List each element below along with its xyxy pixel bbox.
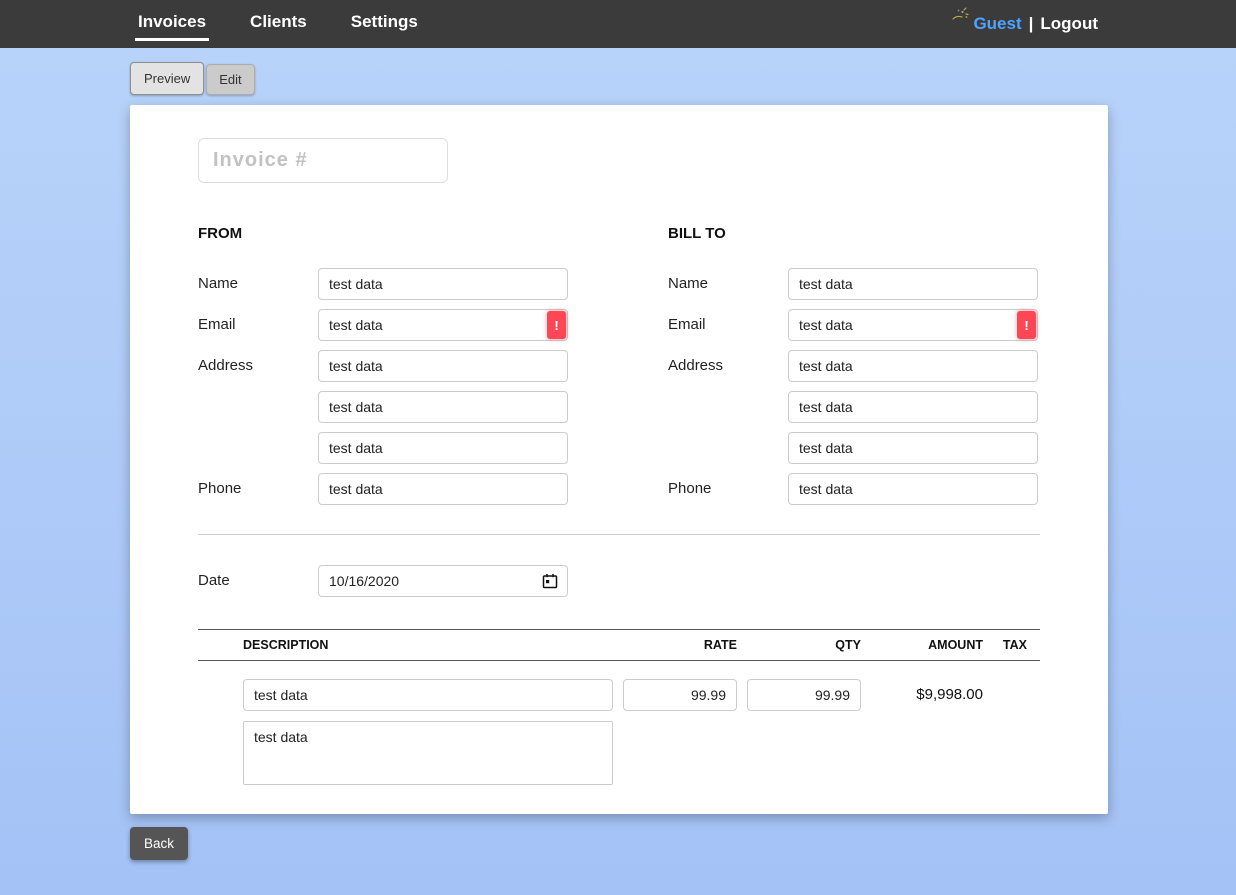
header-amount: AMOUNT bbox=[928, 638, 983, 652]
from-email-row: Email ! bbox=[198, 309, 568, 341]
bill-to-phone-label: Phone bbox=[668, 480, 712, 497]
bill-to-phone-row: Phone bbox=[668, 473, 1038, 505]
from-name-label: Name bbox=[198, 275, 239, 292]
nav-tab-clients[interactable]: Clients bbox=[247, 8, 310, 41]
nav-tab-invoices[interactable]: Invoices bbox=[135, 8, 210, 41]
from-address1-input[interactable] bbox=[318, 350, 568, 382]
item-description-input[interactable] bbox=[243, 679, 613, 711]
bill-to-address3-input[interactable] bbox=[788, 432, 1038, 464]
from-address-row-1: Address bbox=[198, 350, 568, 382]
nav-tabs: Invoices Clients Settings bbox=[135, 0, 421, 48]
section-divider bbox=[198, 534, 1040, 535]
edit-tab-button[interactable]: Edit bbox=[206, 64, 255, 95]
date-input[interactable] bbox=[318, 565, 568, 597]
item-rate-input[interactable] bbox=[623, 679, 737, 711]
invoice-card: FROM Name Email ! Address bbox=[130, 105, 1108, 814]
top-nav: Invoices Clients Settings Guest | Logout bbox=[0, 0, 1236, 48]
bill-to-address-label: Address bbox=[668, 357, 724, 374]
bill-to-address-row-1: Address bbox=[668, 350, 1038, 382]
from-name-row: Name bbox=[198, 268, 568, 300]
nav-tab-settings[interactable]: Settings bbox=[348, 8, 421, 41]
preview-tab-button[interactable]: Preview bbox=[130, 62, 205, 95]
from-phone-label: Phone bbox=[198, 480, 242, 497]
header-description: DESCRIPTION bbox=[243, 638, 329, 652]
bill-to-name-label: Name bbox=[668, 275, 709, 292]
from-email-error-badge: ! bbox=[547, 311, 566, 339]
item-qty-input[interactable] bbox=[747, 679, 861, 711]
line-items-table: DESCRIPTION RATE QTY AMOUNT TAX $9,998.0… bbox=[198, 629, 1040, 790]
from-name-input[interactable] bbox=[318, 268, 568, 300]
bill-to-heading: BILL TO bbox=[668, 225, 726, 242]
bill-to-phone-input[interactable] bbox=[788, 473, 1038, 505]
item-amount-value: $9,998.00 bbox=[916, 686, 983, 703]
item-notes-row: test data bbox=[198, 721, 1040, 790]
item-notes-textarea[interactable]: test data bbox=[243, 721, 613, 785]
from-address3-input[interactable] bbox=[318, 432, 568, 464]
bill-to-email-row: Email ! bbox=[668, 309, 1038, 341]
nav-user-area: Guest | Logout bbox=[946, 0, 1098, 48]
bill-to-email-label: Email bbox=[668, 316, 706, 333]
header-qty: QTY bbox=[835, 638, 861, 652]
items-header-row: DESCRIPTION RATE QTY AMOUNT TAX bbox=[198, 629, 1040, 661]
from-address-label: Address bbox=[198, 357, 254, 374]
nav-user-separator: | bbox=[1028, 14, 1034, 33]
bill-to-email-error-badge: ! bbox=[1017, 311, 1036, 339]
from-section: FROM Name Email ! Address bbox=[198, 225, 568, 514]
from-email-input[interactable] bbox=[318, 309, 568, 341]
from-heading: FROM bbox=[198, 225, 243, 242]
calendar-icon[interactable] bbox=[542, 573, 558, 589]
date-label: Date bbox=[198, 572, 230, 589]
from-email-label: Email bbox=[198, 316, 236, 333]
invoice-number-input[interactable] bbox=[198, 138, 448, 183]
from-address-row-2 bbox=[198, 391, 568, 423]
item-row: $9,998.00 bbox=[198, 661, 1040, 711]
bill-to-address2-input[interactable] bbox=[788, 391, 1038, 423]
bill-to-address1-input[interactable] bbox=[788, 350, 1038, 382]
date-row: Date bbox=[198, 565, 1040, 597]
guest-link[interactable]: Guest bbox=[973, 14, 1021, 34]
view-mode-tabs: Preview Edit bbox=[130, 62, 1236, 95]
bill-to-address-row-3 bbox=[668, 432, 1038, 464]
back-button[interactable]: Back bbox=[130, 827, 189, 860]
bill-to-name-input[interactable] bbox=[788, 268, 1038, 300]
bill-to-name-row: Name bbox=[668, 268, 1038, 300]
from-address-row-3 bbox=[198, 432, 568, 464]
header-rate: RATE bbox=[703, 638, 737, 652]
party-columns: FROM Name Email ! Address bbox=[198, 225, 1040, 514]
bill-to-address-row-2 bbox=[668, 391, 1038, 423]
bill-to-email-input[interactable] bbox=[788, 309, 1038, 341]
from-phone-input[interactable] bbox=[318, 473, 568, 505]
from-address2-input[interactable] bbox=[318, 391, 568, 423]
bill-to-section: BILL TO Name Email ! Address bbox=[668, 225, 1038, 514]
from-phone-row: Phone bbox=[198, 473, 568, 505]
confetti-icon bbox=[950, 6, 970, 24]
logout-link[interactable]: Logout bbox=[1040, 14, 1098, 34]
header-tax: TAX bbox=[1002, 638, 1027, 652]
